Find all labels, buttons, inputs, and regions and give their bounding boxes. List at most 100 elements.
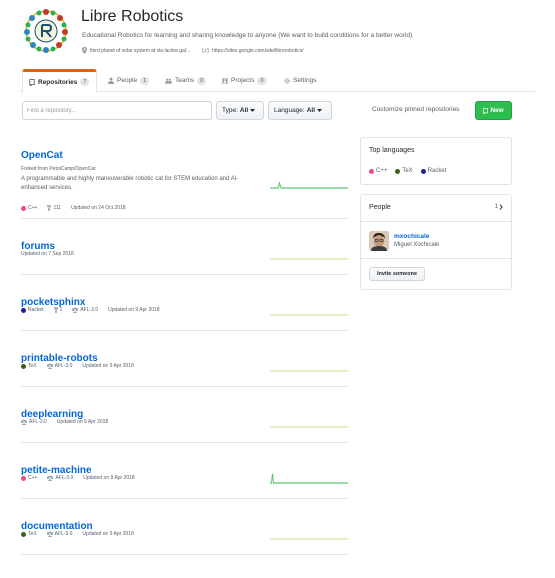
repo-item: pocketsphinx Racket 1 AFL-3.0 Updated on 9 A… xyxy=(21,275,348,331)
repo-updated: Updated on 9 Apr 2018 xyxy=(83,475,135,481)
sparkline-path xyxy=(270,181,348,189)
activity-sparkline xyxy=(270,370,348,372)
caret-down-icon xyxy=(250,109,256,112)
fork-icon xyxy=(47,205,52,211)
member-item[interactable]: mxochicale Miguel Xochicale xyxy=(369,231,504,251)
people-count-link[interactable]: 1 xyxy=(495,204,503,210)
top-languages-list: C++ TeX Racket xyxy=(369,168,446,174)
type-filter-dropdown[interactable]: Type: All xyxy=(216,101,264,120)
sparkline-area xyxy=(270,183,348,188)
org-website[interactable]: https://sites.google.com/site/librerobot… xyxy=(202,47,304,54)
activity-sparkline xyxy=(270,538,348,540)
invite-someone-button[interactable]: Invite someone xyxy=(369,267,425,281)
tab-teams-label: Teams xyxy=(175,77,195,84)
member-avatar[interactable] xyxy=(369,231,389,251)
people-divider xyxy=(361,258,511,259)
law-icon xyxy=(46,531,53,537)
top-language-item[interactable]: C++ xyxy=(369,168,387,174)
fork-icon xyxy=(53,307,58,313)
activity-sparkline xyxy=(270,181,348,189)
language-color-dot xyxy=(21,307,26,313)
repo-item: OpenCat Forked from PetoiCamp/OpenCat A pr… xyxy=(21,128,348,219)
repo-updated: Updated on 7 Sep 2018 xyxy=(21,251,74,257)
repo-forks-link[interactable]: 1 xyxy=(53,307,63,313)
top-languages-title: Top languages xyxy=(369,147,415,154)
repo-language-name: TeX xyxy=(28,531,37,537)
tab-projects[interactable]: Projects 0 xyxy=(216,69,273,92)
repo-meta: TeX AFL-3.0 Updated on 9 Apr 2018 xyxy=(21,363,134,369)
language-color-dot xyxy=(420,168,426,174)
top-languages-panel: Top languages C++ TeX Racket xyxy=(360,137,512,185)
activity-sparkline xyxy=(270,314,348,316)
repo-icon xyxy=(29,78,35,86)
people-count: 1 xyxy=(494,204,498,210)
language-color-dot xyxy=(369,168,374,174)
language-filter-label: Language: xyxy=(274,107,305,114)
repo-license: AFL-3.0 xyxy=(47,475,73,481)
new-repo-label: New xyxy=(490,107,504,114)
law-icon xyxy=(21,419,27,425)
repo-language: Racket xyxy=(21,307,44,313)
org-website-link[interactable]: https://sites.google.com/site/librerobot… xyxy=(212,48,303,54)
activity-sparkline xyxy=(270,426,348,428)
repo-language: TeX xyxy=(21,531,37,537)
repo-language-name: TeX xyxy=(28,363,37,369)
language-filter-dropdown[interactable]: Language: All xyxy=(268,101,332,120)
repo-forks-count: 1 xyxy=(59,307,63,313)
law-icon xyxy=(47,475,54,481)
tab-teams-count: 0 xyxy=(197,76,207,85)
org-avatar xyxy=(23,8,69,54)
activity-sparkline xyxy=(270,473,348,484)
repo-forks-link[interactable]: 111 xyxy=(47,205,61,211)
gear-icon xyxy=(284,77,290,84)
law-icon xyxy=(46,363,53,369)
repo-license-name: AFL-3.0 xyxy=(29,419,47,425)
tab-people[interactable]: People 1 xyxy=(102,69,155,92)
language-color-dot xyxy=(21,205,26,211)
repo-meta: Updated on 7 Sep 2018 xyxy=(21,251,74,257)
new-repo-button[interactable]: New xyxy=(475,101,512,120)
repo-forked-from[interactable]: Forked from PetoiCamp/OpenCat xyxy=(21,166,95,172)
repo-language: TeX xyxy=(21,363,37,369)
people-title: People xyxy=(369,204,391,211)
member-login[interactable]: mxochicale xyxy=(394,233,429,240)
team-icon xyxy=(165,78,172,84)
repo-item: forums Updated on 7 Sep 2018 xyxy=(21,219,348,275)
repo-license-name: AFL-3.0 xyxy=(55,475,74,481)
tab-settings[interactable]: Settings xyxy=(278,69,323,92)
org-tabs: Repositories 7 People 1 Teams 0 Projects… xyxy=(20,69,535,93)
repo-updated: Updated on 24 Oct 2018 xyxy=(71,205,126,211)
repo-icon xyxy=(483,107,489,114)
repo-license: AFL-3.0 xyxy=(21,419,47,425)
tab-people-count: 1 xyxy=(140,76,150,85)
repo-item: printable-robots TeX AFL-3.0 Updated on 9 A… xyxy=(21,331,348,387)
repo-filter-bar: Type: All Language: All Customize pinned… xyxy=(22,101,512,120)
project-icon xyxy=(222,77,228,84)
language-filter-value: All xyxy=(306,107,316,114)
tab-teams[interactable]: Teams 0 xyxy=(159,69,212,92)
repo-meta: C++ 111 Updated on 24 Oct 2018 xyxy=(21,205,126,211)
repo-updated: Updated on 9 Apr 2018 xyxy=(108,307,160,313)
language-color-dot xyxy=(395,168,401,174)
repo-license: AFL-3.0 xyxy=(46,363,73,369)
language-color-dot xyxy=(21,531,26,537)
tab-repositories-count: 7 xyxy=(80,78,90,86)
repo-license: AFL-3.0 xyxy=(46,531,72,537)
law-icon xyxy=(72,307,79,313)
location-icon xyxy=(82,47,87,54)
top-language-name: Racket xyxy=(427,168,447,174)
member-full-name: Miguel Xochicale xyxy=(394,242,440,248)
repo-meta: Racket 1 AFL-3.0 Updated on 9 Apr 2018 xyxy=(21,307,160,313)
repo-license-name: AFL-3.0 xyxy=(54,363,73,369)
customize-pinned-link[interactable]: Customize pinned repositories xyxy=(372,106,459,113)
tab-repositories[interactable]: Repositories 7 xyxy=(22,69,97,93)
chevron-right-icon xyxy=(499,204,503,210)
top-language-item[interactable]: TeX xyxy=(395,168,413,174)
top-language-item[interactable]: Racket xyxy=(420,168,447,174)
repo-search-input[interactable] xyxy=(22,101,212,120)
org-header: Libre Robotics Educational Robotics for … xyxy=(20,6,540,62)
repo-item: petite-machine C++ AFL-3.0 Updated on 9 Apr… xyxy=(21,443,348,499)
type-filter-label: Type: xyxy=(222,107,238,114)
sparkline-path xyxy=(270,473,348,484)
repo-name-link[interactable]: OpenCat xyxy=(21,150,63,161)
